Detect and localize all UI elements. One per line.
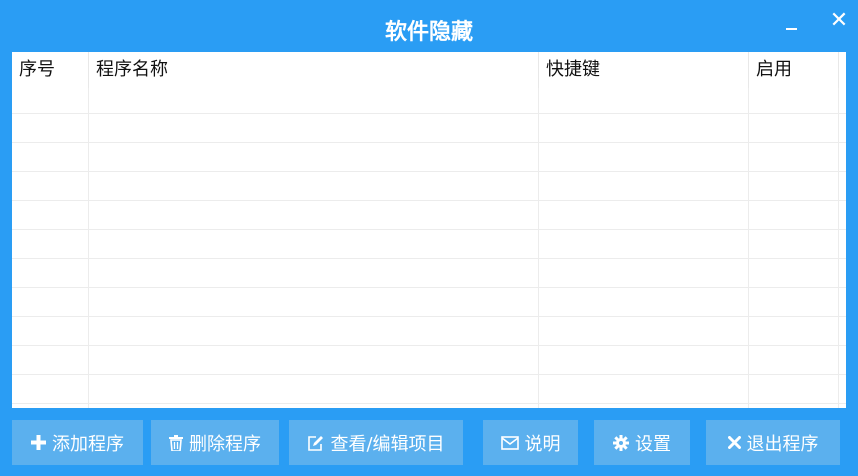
column-header-program-name[interactable]: 程序名称	[89, 52, 539, 88]
table-row[interactable]	[12, 88, 846, 113]
delete-program-button[interactable]: 删除程序	[151, 420, 279, 465]
table-row[interactable]	[12, 287, 846, 316]
minimize-button[interactable]	[778, 8, 804, 34]
column-header-index[interactable]: 序号	[12, 52, 89, 88]
title-bar: 软件隐藏 ✕	[0, 0, 858, 52]
add-program-button[interactable]: 添加程序	[12, 420, 143, 465]
button-bar: 添加程序 删除程序 查看/编辑项目 说明 设置 退出程序	[0, 408, 858, 476]
table-row[interactable]	[12, 171, 846, 200]
settings-label: 设置	[635, 433, 671, 455]
close-icon: ✕	[829, 8, 849, 33]
plus-icon	[31, 435, 46, 450]
edit-icon	[307, 435, 324, 451]
settings-button[interactable]: 设置	[594, 420, 690, 465]
minimize-icon	[786, 28, 797, 30]
help-label: 说明	[524, 433, 561, 455]
add-program-label: 添加程序	[52, 433, 124, 455]
table-body	[12, 88, 846, 408]
trash-icon	[169, 434, 183, 451]
table-row[interactable]	[12, 142, 846, 171]
delete-program-label: 删除程序	[189, 433, 261, 455]
envelope-icon	[500, 435, 519, 450]
table-row[interactable]	[12, 229, 846, 258]
view-edit-project-button[interactable]: 查看/编辑项目	[289, 420, 463, 465]
column-header-enabled[interactable]: 启用	[749, 52, 839, 88]
window-title: 软件隐藏	[384, 20, 473, 45]
table-row[interactable]	[12, 113, 846, 142]
table-header: 序号 程序名称 快捷键 启用	[12, 52, 846, 88]
table-row[interactable]	[12, 316, 846, 345]
exit-program-button[interactable]: 退出程序	[706, 420, 840, 465]
program-table[interactable]: 序号 程序名称 快捷键 启用	[12, 52, 846, 408]
table-row[interactable]	[12, 200, 846, 229]
help-button[interactable]: 说明	[483, 420, 578, 465]
gear-icon	[613, 434, 629, 451]
exit-program-label: 退出程序	[746, 433, 819, 455]
column-header-shortcut[interactable]: 快捷键	[539, 52, 749, 88]
close-button[interactable]: ✕	[826, 8, 852, 34]
x-icon	[727, 436, 741, 449]
view-edit-project-label: 查看/编辑项目	[330, 433, 445, 455]
table-row[interactable]	[12, 258, 846, 287]
table-row[interactable]	[12, 345, 846, 374]
table-row[interactable]	[12, 374, 846, 403]
